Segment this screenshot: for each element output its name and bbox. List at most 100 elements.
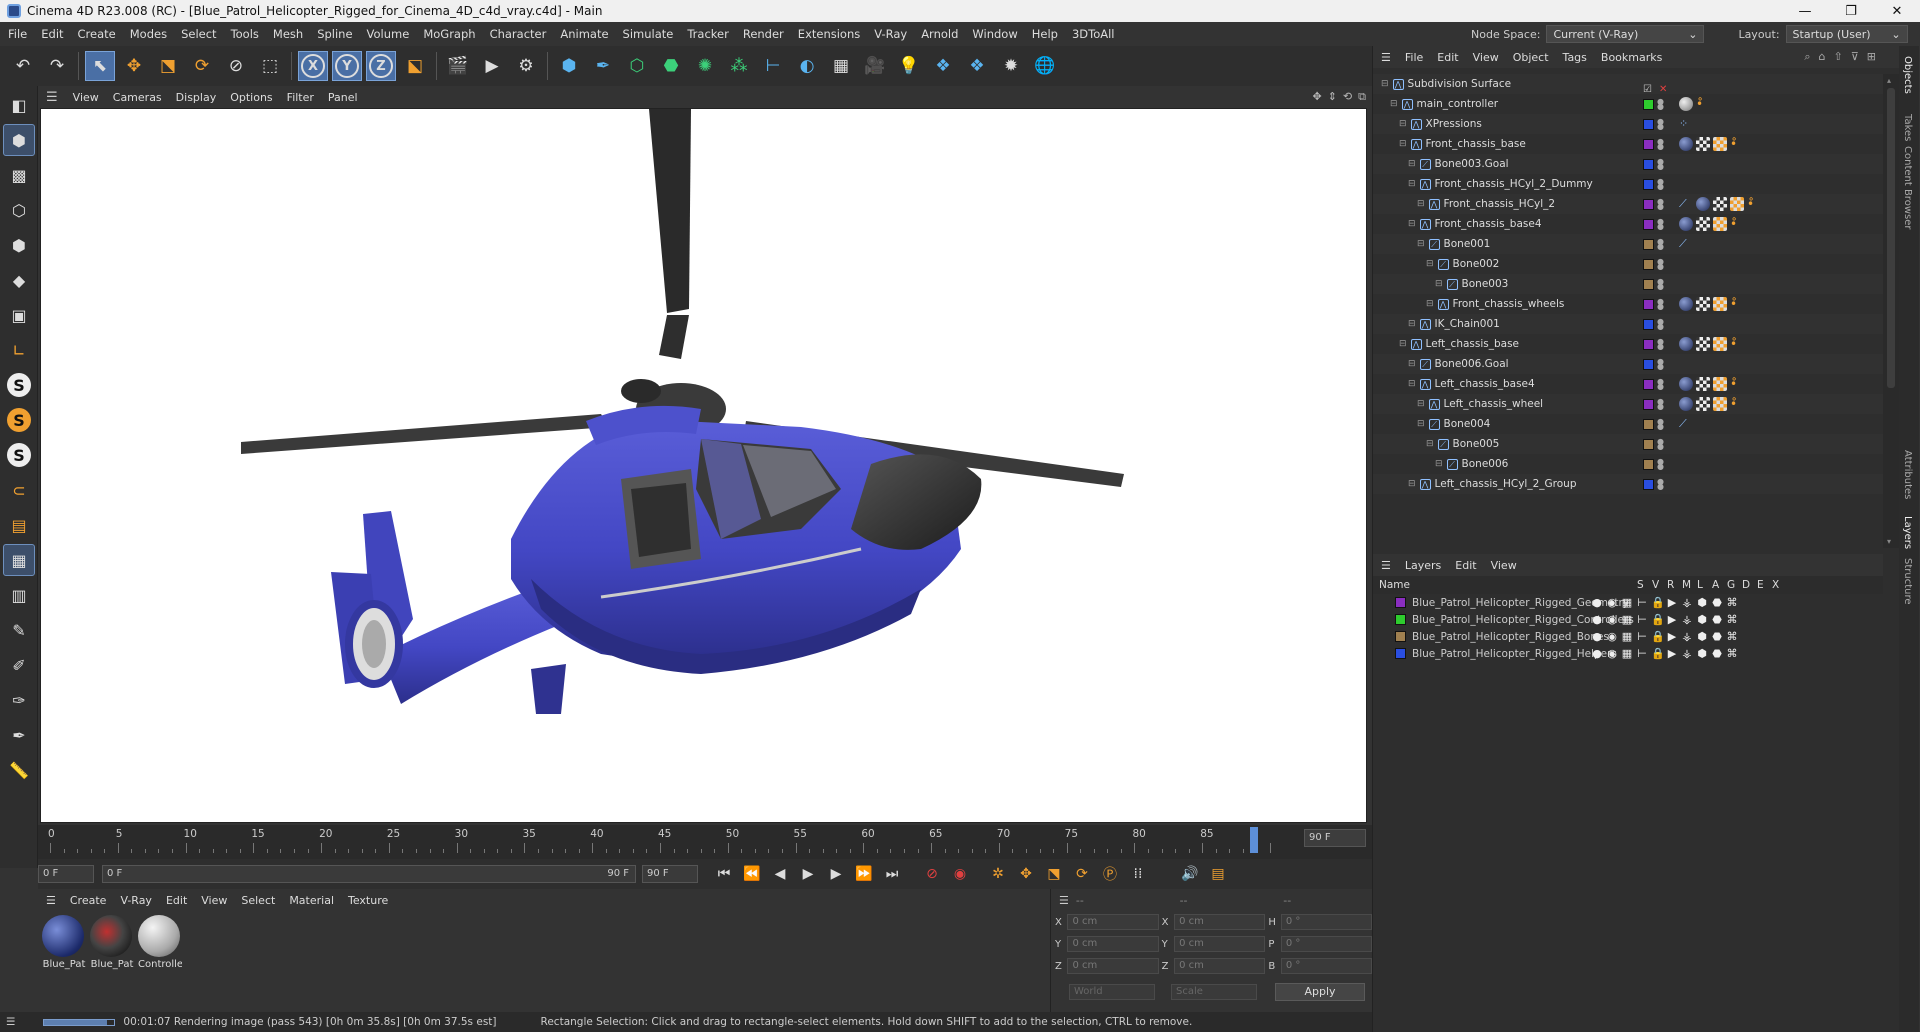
obj-menu-edit[interactable]: Edit [1430, 51, 1465, 64]
max-frame-field[interactable]: 90 F [642, 865, 698, 883]
object-row[interactable]: ⊟ ⋀ Left_chassis_base4 ● ● •̊ [1373, 374, 1883, 394]
expression-icon[interactable]: ⬣ [1711, 613, 1723, 626]
object-row[interactable]: ⊟ ⋀ Left_chassis_wheel ● ● •̊ [1373, 394, 1883, 414]
vray-globe-button[interactable]: 🌐 [1030, 51, 1060, 81]
phong-tag-icon[interactable] [1713, 137, 1727, 151]
deformer-icon[interactable]: ⬢ [1696, 613, 1708, 626]
layer-row[interactable]: Blue_Patrol_Helicopter_Rigged_Helpers ● ◉ ▦… [1373, 645, 1883, 662]
redo-button[interactable]: ↷ [42, 51, 72, 81]
size-z-field[interactable]: 0 cm [1174, 958, 1266, 974]
object-list-scrollbar[interactable]: ▴ ▾ [1883, 74, 1899, 548]
solo-icon[interactable]: ● [1591, 647, 1603, 660]
floor-button[interactable]: ▦ [826, 51, 856, 81]
render-picture-viewer-button[interactable]: ▶ [477, 51, 507, 81]
expand-toggle-icon[interactable]: ⊟ [1435, 459, 1443, 469]
vray-settings-button[interactable]: ✹ [996, 51, 1026, 81]
menu-select[interactable]: Select [174, 27, 223, 41]
scale-tool-button[interactable]: ⬔ [153, 51, 183, 81]
lock-icon[interactable]: 🔒 [1651, 596, 1665, 609]
object-row[interactable]: ⊟ ⋀ Front_chassis_base4 ● ● •̊ [1373, 214, 1883, 234]
material-tag-icon[interactable] [1679, 217, 1693, 231]
home-icon[interactable]: ⌂ [1819, 50, 1826, 64]
key-position-button[interactable]: ✥ [1014, 862, 1038, 886]
expand-toggle-icon[interactable]: ⊟ [1426, 439, 1434, 449]
layer-color-swatch[interactable] [1643, 178, 1654, 190]
expand-toggle-icon[interactable]: ⊟ [1399, 339, 1407, 349]
uvw-tag-icon[interactable] [1696, 217, 1710, 231]
solo-icon[interactable]: ● [1591, 630, 1603, 643]
layer-color-swatch[interactable] [1643, 118, 1654, 130]
expand-toggle-icon[interactable]: ⊟ [1381, 79, 1389, 89]
manager-icon[interactable]: ⊢ [1636, 630, 1648, 643]
python-button-2[interactable]: ❖ [962, 51, 992, 81]
object-row[interactable]: ⊟ ⋀ main_controller ● ● •̊ [1373, 94, 1883, 114]
expand-toggle-icon[interactable]: ⊟ [1408, 359, 1416, 369]
material-swatch[interactable]: Blue_Pat [90, 915, 134, 970]
lock-icon[interactable]: 🔒 [1651, 613, 1665, 626]
rotation-h-field[interactable]: 0 ° [1280, 914, 1373, 930]
expand-toggle-icon[interactable]: ⊟ [1408, 179, 1416, 189]
obj-menu-bookmarks[interactable]: Bookmarks [1594, 51, 1669, 64]
deformer-icon[interactable]: ⬢ [1696, 630, 1708, 643]
live-selection-button[interactable]: ⬉ [85, 51, 115, 81]
deformer-icon[interactable]: ⬢ [1696, 647, 1708, 660]
material-swatch[interactable]: Blue_Pat [42, 915, 86, 970]
generator-icon[interactable]: ⚶ [1681, 647, 1693, 660]
xref-icon[interactable]: ⌘ [1726, 647, 1738, 660]
python-button-1[interactable]: ❖ [928, 51, 958, 81]
visibility-dots[interactable]: ● ● [1657, 218, 1664, 231]
menu-window[interactable]: Window [965, 27, 1024, 41]
snap-settings-button[interactable]: S [3, 404, 35, 436]
play-button[interactable]: ▶ [796, 862, 820, 886]
sculpt-tool-button[interactable]: ✐ [3, 649, 35, 681]
obj-menu-tags[interactable]: Tags [1556, 51, 1594, 64]
layer-color-swatch[interactable] [1643, 238, 1654, 250]
side-tab-objects[interactable]: Objects [1902, 56, 1913, 94]
scroll-up-icon[interactable]: ▴ [1887, 76, 1895, 85]
prev-frame-button[interactable]: ◀ [768, 862, 792, 886]
material-swatch[interactable]: Controlle [138, 915, 182, 970]
mograph-button[interactable]: ⁂ [724, 51, 754, 81]
render-view-button[interactable]: 🎬 [443, 51, 473, 81]
menu-arnold[interactable]: Arnold [914, 27, 965, 41]
visibility-dots[interactable]: ● ● [1657, 418, 1664, 431]
filter-icon[interactable]: ⊽ [1851, 50, 1859, 64]
search-icon[interactable]: ⌕ [1804, 50, 1810, 64]
preview-range-slider[interactable]: 0 F 90 F [102, 865, 636, 883]
eye-icon[interactable]: ◉ [1606, 647, 1618, 660]
visibility-dots[interactable]: ● ● [1657, 118, 1664, 131]
xpresso-tag-icon[interactable]: •̊ [1730, 337, 1744, 351]
solo-icon[interactable]: ● [1591, 613, 1603, 626]
next-key-button[interactable]: ⏩ [852, 862, 876, 886]
uvw-tag-icon[interactable] [1696, 297, 1710, 311]
hamburger-icon[interactable]: ☰ [1373, 559, 1398, 572]
layer-menu-edit[interactable]: Edit [1448, 559, 1483, 572]
layer-flag-header[interactable]: E [1757, 579, 1766, 591]
mat-menu-create[interactable]: Create [63, 894, 114, 907]
x-axis-button[interactable]: X [298, 51, 328, 81]
edges-mode-button[interactable]: ⬢ [3, 229, 35, 261]
phong-tag-icon[interactable] [1713, 377, 1727, 391]
visibility-dots[interactable]: ● ● [1657, 198, 1664, 211]
xref-icon[interactable]: ⌘ [1726, 630, 1738, 643]
object-row[interactable]: ⊟ ⟋ Bone003.Goal ● ● [1373, 154, 1883, 174]
expand-toggle-icon[interactable]: ⊟ [1399, 139, 1407, 149]
ik-tag-icon[interactable]: ⟋ [1679, 237, 1693, 251]
xref-icon[interactable]: ⌘ [1726, 613, 1738, 626]
cloner-button[interactable]: ✺ [690, 51, 720, 81]
mat-menu-material[interactable]: Material [282, 894, 341, 907]
layer-row[interactable]: Blue_Patrol_Helicopter_Rigged_Geometry ● ◉… [1373, 594, 1883, 611]
frame-ruler[interactable]: 0 5 10 15 20 25 30 35 40 45 50 55 60 65 70 75 80 85 [48, 825, 1300, 859]
layer-color-swatch[interactable] [1643, 318, 1654, 330]
xpresso-tag-icon[interactable]: •̊ [1730, 377, 1744, 391]
xpresso-tag-icon[interactable]: •̊ [1730, 297, 1744, 311]
3d-viewport[interactable] [40, 108, 1367, 823]
up-arrow-icon[interactable]: ⇧ [1834, 50, 1843, 64]
scrollbar-thumb[interactable] [1887, 88, 1895, 388]
obj-menu-view[interactable]: View [1466, 51, 1506, 64]
object-row[interactable]: ⊟ ⋀ Front_chassis_base ● ● •̊ [1373, 134, 1883, 154]
layout-dropdown[interactable]: Startup (User) ⌄ [1785, 25, 1908, 43]
object-row[interactable]: ⊟ ⟋ Bone001 ● ● ⟋ [1373, 234, 1883, 254]
snap-button[interactable]: S [3, 369, 35, 401]
points-mode-button[interactable]: ⬡ [3, 194, 35, 226]
